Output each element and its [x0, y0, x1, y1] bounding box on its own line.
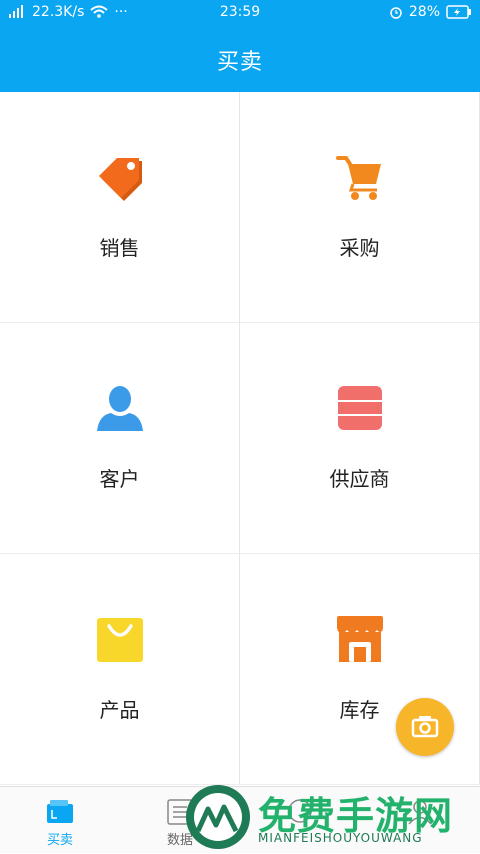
status-bar: 22.3K/s ··· 23:59 28% [0, 0, 480, 26]
watermark: 免费手游网 MIANFEISHOUYOUWANG [186, 785, 480, 853]
camera-icon [411, 716, 439, 738]
shopping-bag-icon [97, 618, 143, 662]
tile-label: 产品 [99, 698, 140, 722]
tile-purchase[interactable]: 采购 [240, 92, 480, 323]
tile-label: 客户 [99, 467, 140, 491]
battery-icon [446, 5, 471, 19]
store-icon [337, 616, 383, 662]
tile-sales[interactable]: 销售 [0, 92, 240, 323]
tile-customers[interactable]: 客户 [0, 323, 240, 554]
tile-label: 销售 [99, 236, 140, 260]
menu-grid: 销售 采购 客户 供应商 产品 库存 [0, 92, 480, 786]
database-icon [338, 386, 382, 430]
alarm-icon [390, 7, 402, 19]
person-icon [97, 386, 143, 431]
wallet-icon [47, 800, 73, 823]
status-right: 28% [389, 4, 472, 20]
nav-item-trade[interactable]: 买卖 [0, 787, 120, 854]
app-bar: 买卖 [0, 26, 480, 92]
tile-label: 供应商 [329, 467, 390, 491]
watermark-subtitle: MIANFEISHOUYOUWANG [258, 831, 423, 845]
cart-icon [336, 156, 381, 200]
page-title: 买卖 [216, 50, 263, 75]
nav-label: 买卖 [46, 833, 73, 848]
tile-suppliers[interactable]: 供应商 [240, 323, 480, 554]
camera-button[interactable] [396, 698, 454, 756]
tile-products[interactable]: 产品 [0, 554, 240, 785]
tile-label: 采购 [339, 236, 380, 260]
tag-icon [99, 158, 142, 201]
watermark-logo-icon [186, 785, 250, 849]
battery-level: 28% [408, 4, 440, 20]
